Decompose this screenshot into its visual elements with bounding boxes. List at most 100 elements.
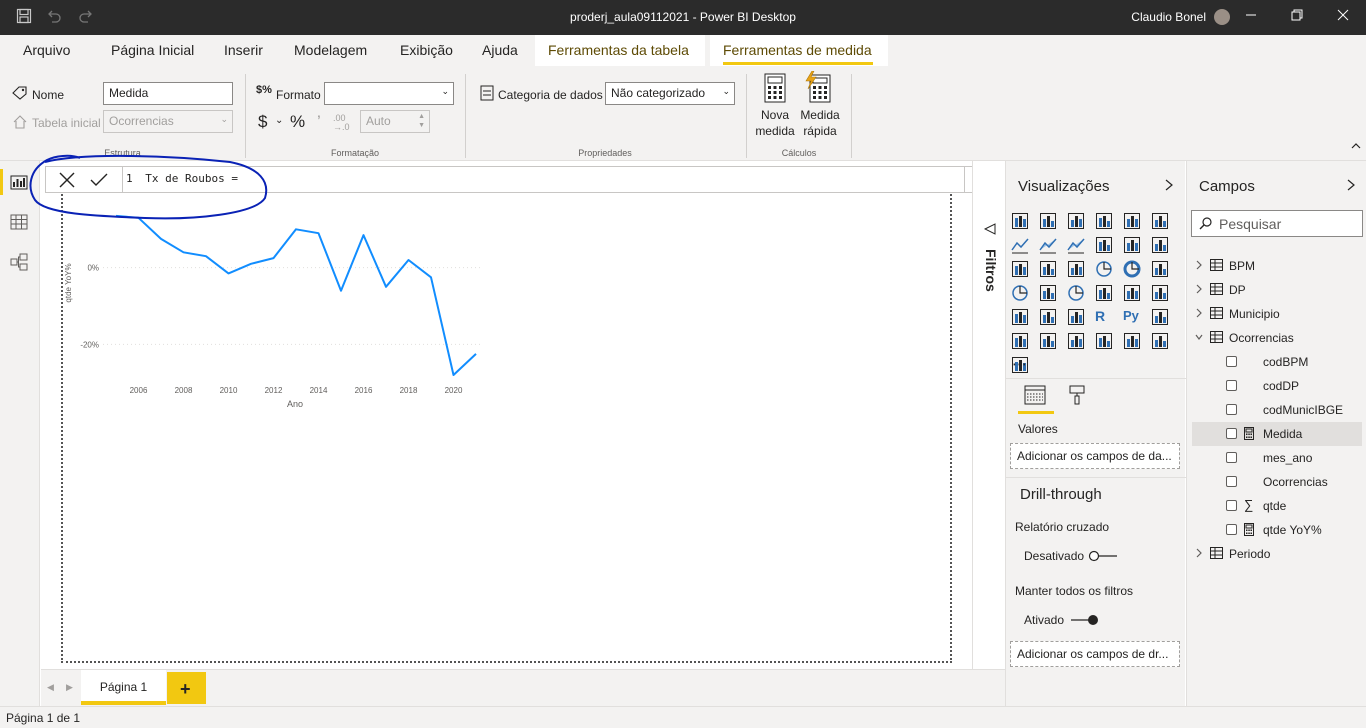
decimal-places-icon[interactable]: .00 →.0 [333,114,350,132]
prev-page-icon[interactable]: ◀ [47,682,54,693]
tab-inserir[interactable]: Inserir [224,42,263,58]
keep-filters-toggle[interactable] [1070,614,1100,629]
field-medida[interactable]: Medida [1192,422,1362,446]
field-checkbox[interactable] [1226,356,1237,367]
chevron-right-icon[interactable] [1165,179,1173,194]
fields-well-icon[interactable] [1024,385,1046,408]
field-qtde-yoy-[interactable]: qtde YoY% [1192,518,1362,542]
field-codbpm[interactable]: codBPM [1192,350,1362,374]
funnel-icon[interactable] [1039,260,1057,278]
field-checkbox[interactable] [1226,476,1237,487]
formato-select[interactable]: ⌄ [324,82,454,105]
decomposition-tree-icon[interactable] [1011,332,1029,350]
restore-icon[interactable] [1274,8,1320,24]
field-checkbox[interactable] [1226,380,1237,391]
smart-narrative-icon[interactable] [1067,332,1085,350]
add-page-button[interactable]: + [167,672,206,704]
more-visuals-button[interactable]: ⋯ [1012,355,1028,373]
categoria-select[interactable]: Não categorizado ⌄ [605,82,735,105]
area-chart-icon[interactable] [1039,236,1057,254]
r-visual-icon[interactable]: R [1095,308,1113,326]
nome-input[interactable]: Medida [103,82,233,105]
stacked-area-icon[interactable] [1067,236,1085,254]
key-influencers-icon[interactable] [1151,308,1169,326]
card-icon[interactable] [1095,284,1113,302]
field-qtde[interactable]: ∑ qtde [1192,494,1362,518]
minimize-icon[interactable] [1228,8,1274,24]
matrix-icon[interactable] [1067,308,1085,326]
chevron-down-icon[interactable] [1195,331,1203,345]
field-checkbox[interactable] [1226,404,1237,415]
chevron-right-icon[interactable] [1195,283,1203,297]
table-icon[interactable] [1039,308,1057,326]
table-ocorrencias[interactable]: Ocorrencias [1192,326,1362,350]
qa-icon[interactable] [1039,332,1057,350]
fields-search[interactable]: Pesquisar [1191,210,1363,237]
field-ocorrencias[interactable]: Ocorrencias [1192,470,1362,494]
tab-ajuda[interactable]: Ajuda [482,42,518,58]
decimals-input[interactable]: Auto ▲ ▼ [360,110,430,133]
field-checkbox[interactable] [1226,452,1237,463]
user-name[interactable]: Claudio Bonel [1131,10,1206,24]
donut-icon[interactable] [1123,260,1141,278]
filled-map-icon[interactable] [1039,284,1057,302]
clustered-bar-icon[interactable] [1067,212,1085,230]
tab-pagina-1[interactable]: Página 1 [81,670,166,705]
values-drop-zone[interactable]: Adicionar os campos de da... [1010,443,1180,469]
tab-modelagem[interactable]: Modelagem [294,42,367,58]
table-bpm[interactable]: BPM [1192,254,1362,278]
tabela-inicial-select[interactable]: Ocorrencias ⌄ [103,110,233,133]
map-icon[interactable] [1011,284,1029,302]
line-column-icon[interactable] [1095,236,1113,254]
tab-arquivo[interactable]: Arquivo [23,42,70,58]
stacked-bar-icon[interactable] [1011,212,1029,230]
field-checkbox[interactable] [1226,524,1237,535]
field-checkbox[interactable] [1226,428,1237,439]
field-codmunicibge[interactable]: codMunicIBGE [1192,398,1362,422]
filters-pane-collapsed[interactable]: Filtros [972,161,1005,706]
model-view-icon[interactable] [10,253,30,273]
table-dp[interactable]: DP [1192,278,1362,302]
clustered-column-icon[interactable] [1095,212,1113,230]
next-page-icon[interactable]: ▶ [66,682,73,693]
chevron-right-icon[interactable] [1347,179,1355,194]
slicer-icon[interactable] [1011,308,1029,326]
line-chart-icon[interactable] [1011,236,1029,254]
100-bar-icon[interactable] [1123,212,1141,230]
gauge-icon[interactable] [1067,284,1085,302]
pie-icon[interactable] [1095,260,1113,278]
comma-button[interactable]: ’ [317,112,321,132]
line-clustered-icon[interactable] [1123,236,1141,254]
tab-ferramentas-tabela[interactable]: Ferramentas da tabela [548,42,689,58]
table-municipio[interactable]: Municipio [1192,302,1362,326]
arcgis-icon[interactable] [1123,332,1141,350]
waterfall-icon[interactable] [1011,260,1029,278]
tab-ferramentas-medida[interactable]: Ferramentas de medida [723,42,872,58]
chevron-right-icon[interactable] [1195,547,1203,561]
treemap-icon[interactable] [1151,260,1169,278]
power-apps-icon[interactable] [1151,332,1169,350]
multirow-card-icon[interactable] [1123,284,1141,302]
close-icon[interactable] [1320,8,1366,24]
100-column-icon[interactable] [1151,212,1169,230]
table-periodo[interactable]: Periodo [1192,542,1362,566]
chevron-right-icon[interactable] [1195,259,1203,273]
tab-exibicao[interactable]: Exibição [400,42,453,58]
paginated-report-icon[interactable] [1095,332,1113,350]
format-paint-icon[interactable] [1068,385,1086,408]
python-visual-icon[interactable]: Py [1123,308,1141,326]
medida-rapida-button[interactable]: Medida rápida [797,70,843,143]
field-checkbox[interactable] [1226,500,1237,511]
nova-medida-button[interactable]: Nova medida [752,71,798,143]
field-coddp[interactable]: codDP [1192,374,1362,398]
kpi-icon[interactable] [1151,284,1169,302]
cross-report-toggle[interactable] [1088,550,1118,565]
field-mes-ano[interactable]: mes_ano [1192,446,1362,470]
chevron-down-icon[interactable]: ⌄ [275,115,283,126]
collapse-ribbon-icon[interactable] [1351,142,1361,153]
stacked-column-icon[interactable] [1039,212,1057,230]
percent-button[interactable]: % [290,112,305,132]
ribbon-chart-icon[interactable] [1151,236,1169,254]
chevron-right-icon[interactable] [1195,307,1203,321]
currency-button[interactable]: $ [258,112,267,132]
